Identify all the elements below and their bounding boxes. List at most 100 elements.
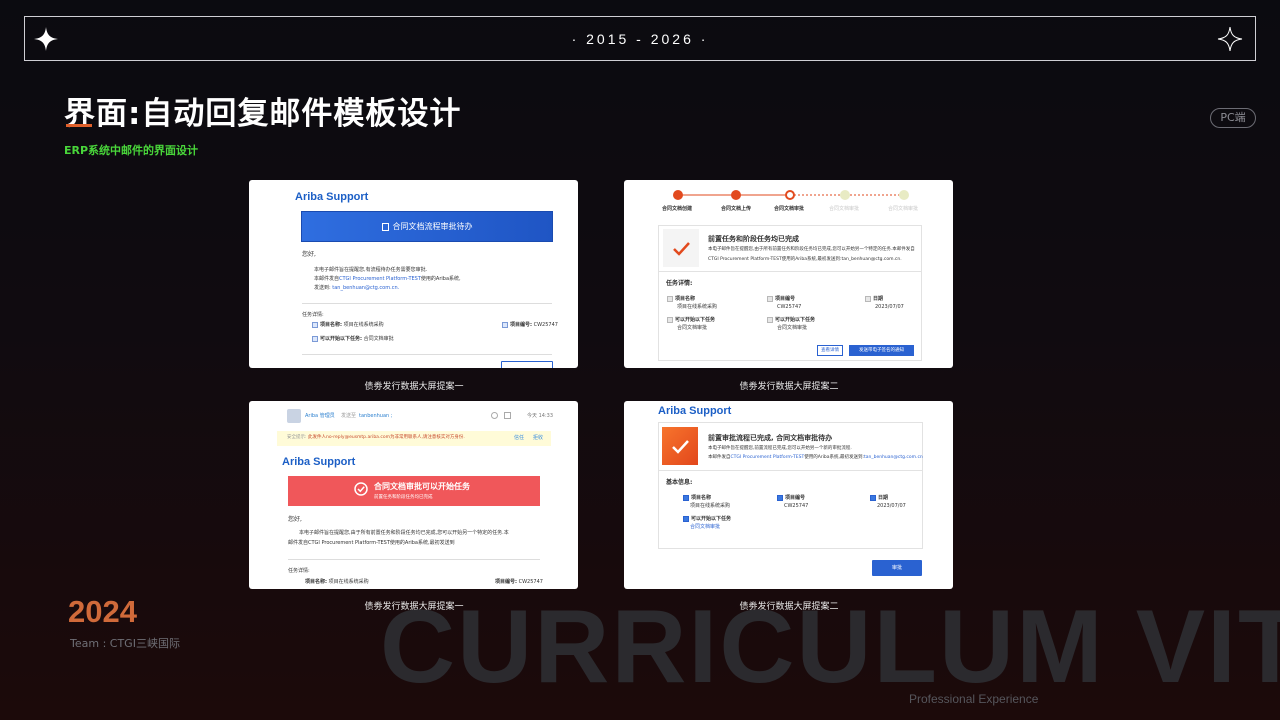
- greeting: 您好,: [302, 251, 316, 258]
- divider: [302, 303, 552, 304]
- divider: [658, 470, 923, 471]
- field-value[interactable]: 合同文档审批: [690, 524, 720, 530]
- item-name-row: 项目名称: 项目在线系统采购: [312, 321, 384, 329]
- banner-subtitle: 前置任务和阶段任务均已完成: [374, 495, 433, 500]
- checkbox[interactable]: [767, 295, 773, 302]
- item-name-value: 项目在线系统采购: [328, 579, 369, 585]
- divider: [658, 271, 922, 272]
- field-value: 合同文档审批: [677, 325, 708, 331]
- checkbox[interactable]: [502, 321, 508, 328]
- line3-prefix: 发送到:: [314, 285, 333, 291]
- email-link[interactable]: tan_benhuan@ctg.com.cn: [864, 455, 923, 460]
- item-name-label: 项目名称:: [320, 322, 342, 328]
- details-label: 任务详情:: [666, 280, 693, 287]
- reject-link[interactable]: 拒收: [533, 434, 543, 442]
- body-line-3: 发送到: tan_benhuan@ctg.com.cn.: [314, 284, 399, 292]
- avatar: [287, 409, 301, 423]
- field-label: 项目名称: [675, 296, 696, 302]
- warning-prefix: 安全提示:: [287, 435, 307, 440]
- body-line-2: 本邮件发自CTGI Procurement Platform-TEST使用的Ar…: [314, 275, 461, 283]
- field-label: 日期: [873, 296, 884, 302]
- clock-icon: [491, 412, 498, 419]
- page-title: 界面:自动回复邮件模板设计: [64, 96, 462, 132]
- step-5: 合同文档审批: [888, 206, 919, 212]
- banner: 合同文档流程审批待办: [301, 211, 553, 242]
- field-label: 可以开始以下任务: [775, 317, 816, 323]
- year-label: 2024: [68, 594, 137, 629]
- checkbox[interactable]: [865, 295, 871, 302]
- body2-mid: 使用的Ariba系统,最初发送到:: [804, 455, 864, 460]
- year-range: · 2015 - 2026 ·: [571, 31, 709, 47]
- checkbox[interactable]: [870, 494, 876, 501]
- banner-title: 合同文档审批可以开始任务: [374, 482, 470, 491]
- line2-suffix: 使用的Ariba系统,: [420, 276, 461, 282]
- attachment-icon[interactable]: [504, 412, 511, 419]
- to-label: 发送至: [341, 413, 357, 419]
- checkbox[interactable]: [667, 316, 673, 323]
- item-no-label: 项目编号:: [510, 322, 532, 328]
- approve-button[interactable]: 审批: [872, 560, 922, 576]
- field-value: 项目在线系统采购: [690, 503, 731, 509]
- headline: 前置任务和阶段任务均已完成: [708, 235, 799, 243]
- ariba-brand: Ariba Support: [282, 456, 356, 468]
- checkbox[interactable]: [667, 295, 673, 302]
- step-1: 合同文档创建: [662, 206, 693, 212]
- step-3: 合同文档审批: [774, 206, 805, 212]
- task-row: 可以开始以下任务: 合同文档审批: [312, 335, 394, 343]
- field-date: 日期 2023/07/07: [870, 494, 906, 510]
- checkbox[interactable]: [683, 494, 689, 501]
- item-name-value: 项目在线系统采购: [343, 322, 384, 328]
- sender-name[interactable]: Ariba 管理员: [305, 412, 335, 420]
- field-label: 项目编号: [785, 495, 806, 501]
- field-value: 合同文档审批: [777, 325, 808, 331]
- checkbox[interactable]: [767, 316, 773, 323]
- email-preview-card-1[interactable]: Ariba Support 合同文档流程审批待办 您好, 本电子邮件旨在提醒您,…: [249, 180, 578, 368]
- email-link[interactable]: tan_benhuan@ctg.com.cn.: [332, 285, 399, 291]
- checkbox[interactable]: [312, 335, 318, 342]
- greeting: 您好,: [288, 516, 302, 523]
- field-date: 日期 2023/07/07: [865, 295, 904, 311]
- divider: [302, 354, 552, 355]
- trust-link[interactable]: 信任: [514, 434, 524, 442]
- card-1-caption: 债劵发行数据大屏提案一: [364, 382, 464, 392]
- body-line-2: 本邮件发自CTGI Procurement Platform-TEST使用的Ar…: [708, 454, 923, 462]
- check-badge: [663, 229, 699, 267]
- basic-info-label: 基本信息:: [666, 479, 693, 486]
- top-frame: · 2015 - 2026 ·: [24, 16, 1256, 61]
- banner: 合同文档审批可以开始任务 前置任务和阶段任务均已完成: [288, 476, 540, 506]
- line2-prefix: 本邮件发自: [314, 276, 340, 282]
- check-circle-icon: [354, 482, 368, 496]
- checkbox[interactable]: [777, 494, 783, 501]
- platform-link[interactable]: CTGI Procurement Platform-TEST: [339, 276, 421, 282]
- ariba-brand: Ariba Support: [658, 405, 732, 417]
- step-2: 合同文档上传: [721, 206, 752, 212]
- item-no-label: 项目编号:: [495, 579, 517, 585]
- field-project-name: 项目名称项目在线系统采购: [667, 295, 717, 311]
- field-label: 日期: [878, 495, 889, 501]
- document-icon: [381, 222, 389, 231]
- pc-badge: PC端: [1210, 108, 1256, 128]
- view-details-button[interactable]: 查看详情: [817, 345, 843, 356]
- task-value: 合同文档审批: [363, 336, 394, 342]
- platform-link[interactable]: CTGI Procurement Platform-TEST: [731, 455, 805, 460]
- email-preview-card-3[interactable]: Ariba 管理员 发送至 tanbenhuan ; 今天 14:33 安全提示…: [249, 401, 578, 589]
- ariba-brand: Ariba Support: [295, 191, 369, 203]
- timestamp: 今天 14:33: [527, 413, 553, 419]
- check-badge: [662, 427, 698, 465]
- body2-prefix: 本邮件发自: [708, 455, 731, 460]
- checkbox[interactable]: [683, 515, 689, 522]
- card-2-caption: 债劵发行数据大屏提案二: [739, 382, 839, 392]
- email-preview-card-2[interactable]: 合同文档创建 合同文档上传 合同文档审批 合同文档审批 合同文档审批 前置任务和…: [624, 180, 953, 368]
- headline: 前置审批流程已完成, 合同文档审批待办: [708, 434, 833, 442]
- action-button[interactable]: [501, 361, 553, 368]
- send-signature-button[interactable]: 发送带电子签名的通知: [849, 345, 914, 356]
- field-value: 2023/07/07: [877, 503, 906, 509]
- recipient[interactable]: tanbenhuan ;: [359, 412, 392, 420]
- email-preview-card-4[interactable]: Ariba Support 前置审批流程已完成, 合同文档审批待办 本电子邮件旨…: [624, 401, 953, 589]
- field-label: 可以开始以下任务: [691, 516, 732, 522]
- divider: [288, 559, 540, 560]
- field-value: 项目在线系统采购: [677, 304, 718, 310]
- warning-text: 安全提示: 此发件人no-reply@eusmtp.ariba.com为非常用联…: [287, 434, 465, 442]
- field-value: CW25747: [777, 304, 802, 310]
- checkbox[interactable]: [312, 321, 318, 328]
